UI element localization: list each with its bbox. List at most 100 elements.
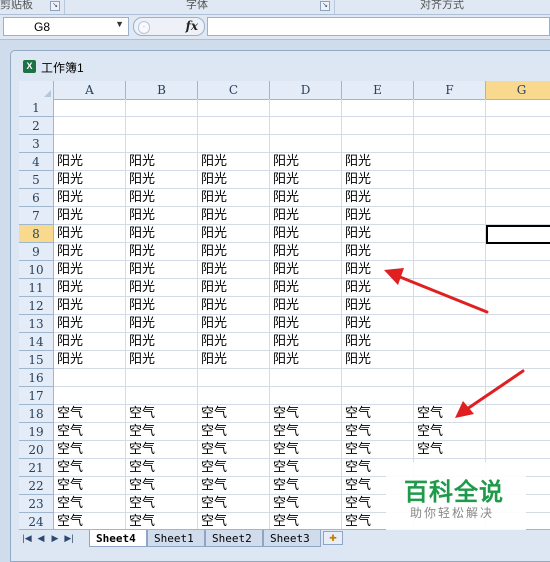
cell-a5[interactable]: 阳光	[54, 171, 125, 189]
cell-c19[interactable]: 空气	[198, 423, 269, 441]
cell-c24[interactable]: 空气	[198, 513, 269, 529]
cell-d8[interactable]: 阳光	[270, 225, 341, 243]
cell-c10[interactable]: 阳光	[198, 261, 269, 279]
row-header-21[interactable]: 21	[19, 459, 54, 477]
cell-d21[interactable]: 空气	[270, 459, 341, 477]
first-sheet-icon[interactable]: |◀	[22, 532, 32, 544]
cell-d23[interactable]: 空气	[270, 495, 341, 513]
cell-a7[interactable]: 阳光	[54, 207, 125, 225]
cell-b24[interactable]: 空气	[126, 513, 197, 529]
cell-e6[interactable]: 阳光	[342, 189, 413, 207]
cell-c8[interactable]: 阳光	[198, 225, 269, 243]
cell-d19[interactable]: 空气	[270, 423, 341, 441]
row-header-20[interactable]: 20	[19, 441, 54, 459]
row-header-9[interactable]: 9	[19, 243, 54, 261]
cell-a20[interactable]: 空气	[54, 441, 125, 459]
row-header-18[interactable]: 18	[19, 405, 54, 423]
cell-d18[interactable]: 空气	[270, 405, 341, 423]
cell-c9[interactable]: 阳光	[198, 243, 269, 261]
cell-a13[interactable]: 阳光	[54, 315, 125, 333]
cell-b19[interactable]: 空气	[126, 423, 197, 441]
cell-a6[interactable]: 阳光	[54, 189, 125, 207]
row-header-5[interactable]: 5	[19, 171, 54, 189]
cell-a24[interactable]: 空气	[54, 513, 125, 529]
row-header-19[interactable]: 19	[19, 423, 54, 441]
cell-f20[interactable]: 空气	[414, 441, 485, 459]
row-header-1[interactable]: 1	[19, 99, 54, 117]
cell-a10[interactable]: 阳光	[54, 261, 125, 279]
cell-d15[interactable]: 阳光	[270, 351, 341, 369]
cell-e13[interactable]: 阳光	[342, 315, 413, 333]
cell-a21[interactable]: 空气	[54, 459, 125, 477]
row-header-8[interactable]: 8	[19, 225, 54, 243]
cell-e8[interactable]: 阳光	[342, 225, 413, 243]
cell-d20[interactable]: 空气	[270, 441, 341, 459]
cell-b6[interactable]: 阳光	[126, 189, 197, 207]
row-header-6[interactable]: 6	[19, 189, 54, 207]
cell-d9[interactable]: 阳光	[270, 243, 341, 261]
cell-c11[interactable]: 阳光	[198, 279, 269, 297]
cell-b12[interactable]: 阳光	[126, 297, 197, 315]
row-header-17[interactable]: 17	[19, 387, 54, 405]
cell-a8[interactable]: 阳光	[54, 225, 125, 243]
cell-e7[interactable]: 阳光	[342, 207, 413, 225]
column-header-e[interactable]: E	[342, 81, 414, 99]
row-header-7[interactable]: 7	[19, 207, 54, 225]
cell-c4[interactable]: 阳光	[198, 153, 269, 171]
cell-b11[interactable]: 阳光	[126, 279, 197, 297]
cell-d7[interactable]: 阳光	[270, 207, 341, 225]
expand-handle-icon[interactable]: ·	[138, 21, 150, 34]
cell-d13[interactable]: 阳光	[270, 315, 341, 333]
row-header-24[interactable]: 24	[19, 513, 54, 529]
cell-b15[interactable]: 阳光	[126, 351, 197, 369]
insert-sheet-icon[interactable]: ✚	[323, 531, 343, 545]
cell-a12[interactable]: 阳光	[54, 297, 125, 315]
formula-input[interactable]	[207, 17, 550, 36]
row-header-14[interactable]: 14	[19, 333, 54, 351]
column-header-a[interactable]: A	[54, 81, 126, 99]
cell-c23[interactable]: 空气	[198, 495, 269, 513]
cell-b9[interactable]: 阳光	[126, 243, 197, 261]
cell-f19[interactable]: 空气	[414, 423, 485, 441]
row-header-23[interactable]: 23	[19, 495, 54, 513]
cell-a14[interactable]: 阳光	[54, 333, 125, 351]
sheet-tab-sheet3[interactable]: Sheet3	[263, 530, 321, 547]
cell-e4[interactable]: 阳光	[342, 153, 413, 171]
column-header-b[interactable]: B	[126, 81, 198, 99]
cell-d11[interactable]: 阳光	[270, 279, 341, 297]
row-header-10[interactable]: 10	[19, 261, 54, 279]
cell-d22[interactable]: 空气	[270, 477, 341, 495]
row-header-2[interactable]: 2	[19, 117, 54, 135]
cell-b20[interactable]: 空气	[126, 441, 197, 459]
cell-b21[interactable]: 空气	[126, 459, 197, 477]
cell-d24[interactable]: 空气	[270, 513, 341, 529]
cell-e14[interactable]: 阳光	[342, 333, 413, 351]
cell-b23[interactable]: 空气	[126, 495, 197, 513]
last-sheet-icon[interactable]: ▶|	[64, 532, 74, 544]
cell-e12[interactable]: 阳光	[342, 297, 413, 315]
cell-b4[interactable]: 阳光	[126, 153, 197, 171]
cell-e19[interactable]: 空气	[342, 423, 413, 441]
cell-c14[interactable]: 阳光	[198, 333, 269, 351]
cell-e5[interactable]: 阳光	[342, 171, 413, 189]
row-header-3[interactable]: 3	[19, 135, 54, 153]
name-box[interactable]: G8 ▼	[3, 17, 129, 36]
cell-a19[interactable]: 空气	[54, 423, 125, 441]
cell-c15[interactable]: 阳光	[198, 351, 269, 369]
cell-e18[interactable]: 空气	[342, 405, 413, 423]
cell-f18[interactable]: 空气	[414, 405, 485, 423]
cell-e11[interactable]: 阳光	[342, 279, 413, 297]
cell-b18[interactable]: 空气	[126, 405, 197, 423]
cell-c7[interactable]: 阳光	[198, 207, 269, 225]
sheet-tab-sheet2[interactable]: Sheet2	[205, 530, 263, 547]
name-box-dropdown-icon[interactable]: ▼	[115, 19, 124, 29]
next-sheet-icon[interactable]: ▶	[50, 532, 60, 544]
row-header-22[interactable]: 22	[19, 477, 54, 495]
cell-a23[interactable]: 空气	[54, 495, 125, 513]
sheet-tab-sheet1[interactable]: Sheet1	[147, 530, 205, 547]
cell-e15[interactable]: 阳光	[342, 351, 413, 369]
cell-c12[interactable]: 阳光	[198, 297, 269, 315]
column-header-c[interactable]: C	[198, 81, 270, 99]
clipboard-launcher-icon[interactable]: ↘	[50, 1, 60, 11]
cell-c13[interactable]: 阳光	[198, 315, 269, 333]
